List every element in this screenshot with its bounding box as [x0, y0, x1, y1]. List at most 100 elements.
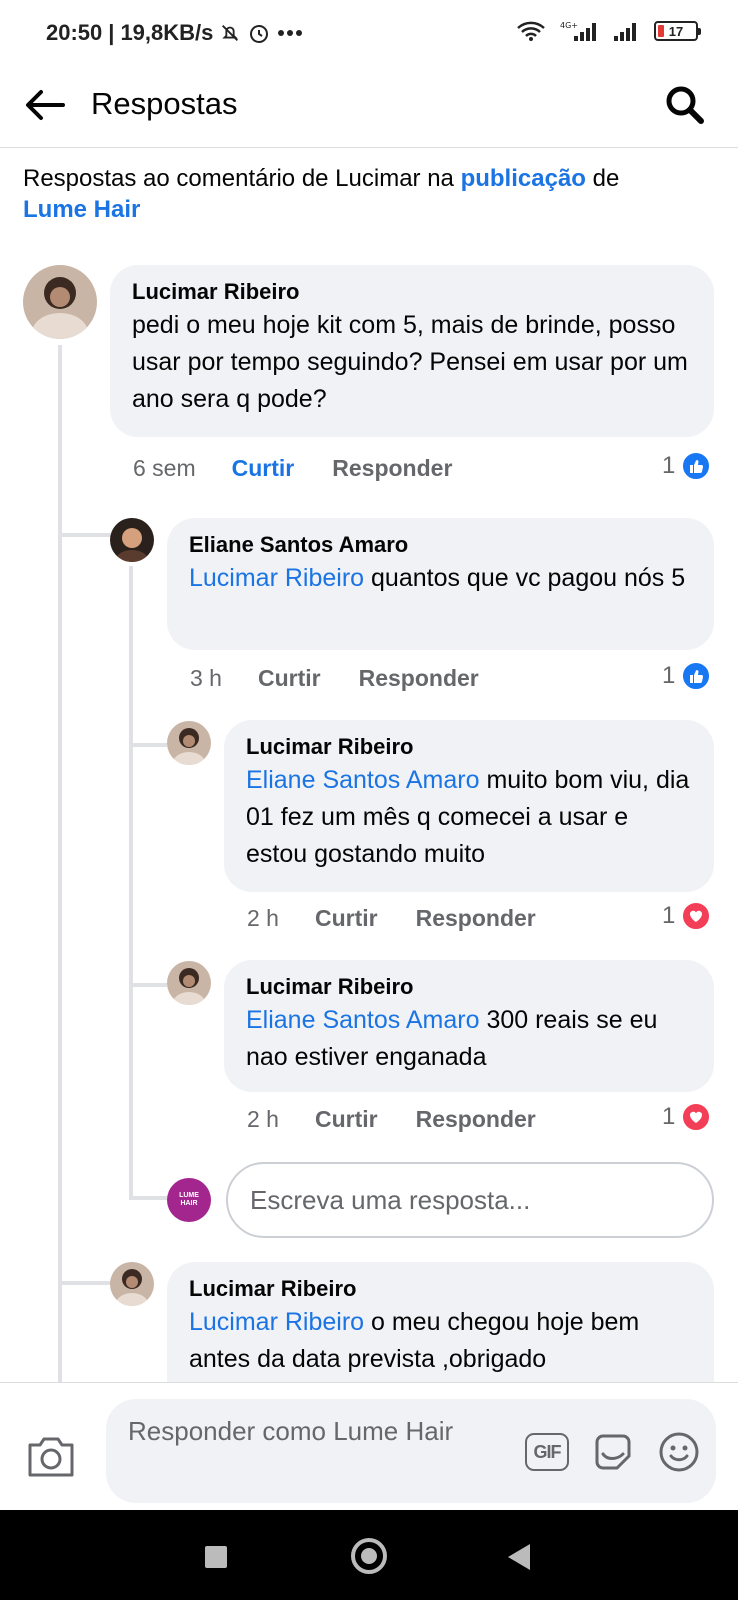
heart-reaction-icon [681, 1102, 712, 1132]
comment-time[interactable]: 2 h [247, 905, 279, 932]
composer-placeholder: Responder como Lume Hair [128, 1416, 454, 1446]
reaction-summary[interactable]: 1 [662, 1102, 712, 1132]
recent-apps-icon[interactable] [205, 1546, 227, 1568]
page-link[interactable]: Lume Hair [23, 196, 140, 223]
comment-text: pedi o meu hoje kit com 5, mais de brind… [132, 311, 688, 413]
composer-input[interactable]: Responder como Lume Hair GIF [106, 1399, 716, 1503]
reply-input-placeholder: Escreva uma resposta... [250, 1184, 531, 1215]
page-title: Respostas [91, 86, 238, 121]
notifications-off-icon [222, 25, 239, 41]
camera-button[interactable] [26, 1433, 76, 1479]
thread-connector-5 [58, 1281, 112, 1285]
reaction-summary[interactable]: 1 [662, 901, 712, 931]
sticker-icon [595, 1434, 631, 1470]
comment-author[interactable]: Lucimar Ribeiro [132, 277, 694, 307]
home-icon[interactable] [351, 1538, 387, 1574]
mention-link[interactable]: Lucimar Ribeiro [189, 564, 364, 592]
avatar[interactable] [167, 721, 211, 765]
more-dots-icon [278, 30, 303, 36]
reaction-count: 1 [662, 662, 676, 689]
reaction-count: 1 [662, 452, 676, 479]
comment-actions: 2 h Curtir Responder [247, 905, 536, 932]
reaction-count: 1 [662, 902, 676, 929]
avatar[interactable] [110, 518, 154, 562]
sticker-button[interactable] [590, 1429, 636, 1475]
search-button[interactable] [662, 82, 708, 128]
comment-text: quantos que vc pagou nós 5 [371, 564, 686, 592]
search-icon [666, 86, 704, 124]
camera-icon [28, 1437, 74, 1477]
comment-bubble[interactable]: Lucimar Ribeiro Eliane Santos Amaro 300 … [224, 960, 714, 1092]
alarm-icon [250, 25, 269, 43]
comment-bubble[interactable]: Eliane Santos Amaro Lucimar Ribeiro quan… [167, 518, 714, 650]
status-time: 20:50 [46, 20, 103, 45]
comment-actions: 2 h Curtir Responder [247, 1106, 536, 1133]
mention-link[interactable]: Lucimar Ribeiro [189, 1308, 364, 1336]
comment-author[interactable]: Lucimar Ribeiro [189, 1274, 694, 1304]
svg-text:4G+: 4G+ [560, 21, 578, 30]
like-button[interactable]: Curtir [258, 665, 321, 692]
like-button[interactable]: Curtir [315, 905, 378, 932]
comment-time[interactable]: 3 h [190, 665, 222, 692]
heart-reaction-icon [681, 901, 712, 931]
thread-connector-4 [129, 983, 167, 987]
thread-connector-input [129, 1196, 167, 1200]
system-nav-bar [0, 1510, 738, 1600]
comment-author[interactable]: Lucimar Ribeiro [246, 732, 694, 762]
wifi-icon [517, 21, 545, 41]
post-link[interactable]: publicação [461, 165, 586, 192]
avatar[interactable] [23, 265, 97, 339]
signal-icon [614, 23, 636, 41]
mention-link[interactable]: Eliane Santos Amaro [246, 1006, 479, 1034]
composer-bar: Responder como Lume Hair GIF [0, 1382, 738, 1510]
context-middle: de [592, 165, 620, 192]
comment-actions: 3 h Curtir Responder [190, 665, 479, 692]
back-triangle-icon[interactable] [508, 1544, 530, 1570]
battery-level: 17 [668, 23, 684, 39]
avatar[interactable] [167, 961, 211, 1005]
status-right: 4G+ 17 [516, 20, 701, 42]
reply-button[interactable]: Responder [416, 905, 536, 932]
comment-author[interactable]: Lucimar Ribeiro [246, 972, 694, 1002]
composer-icons: GIF [524, 1429, 702, 1475]
emoji-icon [659, 1432, 699, 1472]
status-left: 20:50 | 19,8KB/s [46, 20, 303, 46]
gif-button[interactable]: GIF [524, 1429, 570, 1475]
comment-author[interactable]: Eliane Santos Amaro [189, 530, 694, 560]
app-header: Respostas [0, 62, 738, 148]
status-speed: 19,8KB/s [120, 20, 214, 45]
thread-connector-1 [58, 533, 112, 537]
comment-actions: 6 sem Curtir Responder [133, 455, 452, 482]
comment-bubble[interactable]: Lucimar Ribeiro Eliane Santos Amaro muit… [224, 720, 714, 892]
comment-time[interactable]: 2 h [247, 1106, 279, 1133]
signal-4g-icon: 4G+ [560, 21, 596, 41]
context-line: Respostas ao comentário de Lucimar na pu… [23, 163, 713, 225]
status-bar: 20:50 | 19,8KB/s 4G+ 17 [0, 0, 738, 62]
mention-link[interactable]: Eliane Santos Amaro [246, 766, 479, 794]
avatar[interactable] [110, 1262, 154, 1306]
reaction-summary[interactable]: 1 [662, 661, 712, 691]
reaction-summary[interactable]: 1 [662, 451, 712, 481]
page-avatar-logo: LUME HAIR [179, 1192, 199, 1207]
reply-button[interactable]: Responder [359, 665, 479, 692]
thread-line-main [58, 345, 62, 1385]
like-button[interactable]: Curtir [232, 455, 295, 482]
reply-input[interactable]: Escreva uma resposta... [226, 1162, 714, 1238]
comment-time[interactable]: 6 sem [133, 455, 196, 482]
page-avatar: LUME HAIR [167, 1178, 211, 1222]
comment-bubble[interactable]: Lucimar Ribeiro pedi o meu hoje kit com … [110, 265, 714, 437]
thread-line-nested [129, 566, 133, 1198]
like-button[interactable]: Curtir [315, 1106, 378, 1133]
reply-button[interactable]: Responder [416, 1106, 536, 1133]
like-reaction-icon [681, 661, 712, 691]
reaction-count: 1 [662, 1103, 676, 1130]
gif-icon: GIF [525, 1433, 569, 1471]
context-prefix: Respostas ao comentário de Lucimar na [23, 165, 454, 192]
thread-connector-3 [129, 743, 167, 747]
arrow-left-icon [26, 90, 65, 120]
reply-button[interactable]: Responder [332, 455, 452, 482]
like-reaction-icon [681, 451, 712, 481]
back-button[interactable] [22, 82, 68, 128]
battery-icon: 17 [654, 21, 701, 41]
emoji-button[interactable] [656, 1429, 702, 1475]
